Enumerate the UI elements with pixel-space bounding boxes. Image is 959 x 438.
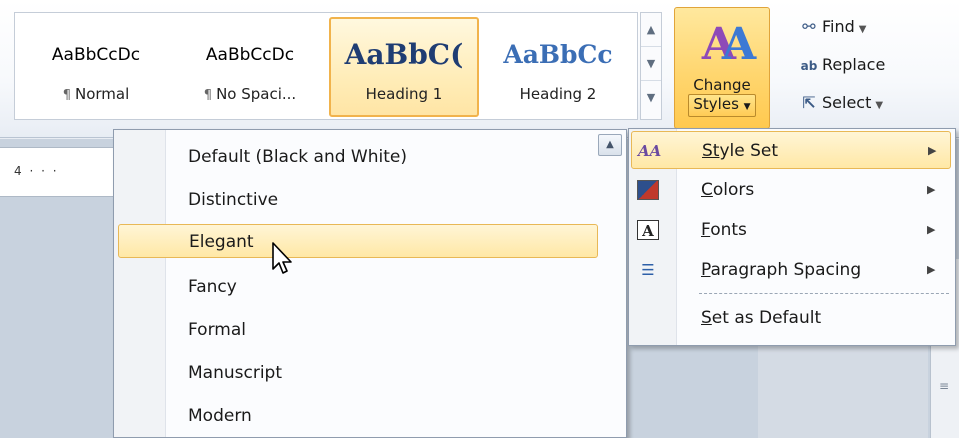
style-set-item-fancy[interactable]: Fancy bbox=[118, 270, 598, 304]
submenu-arrow-icon: ▶ bbox=[927, 183, 936, 196]
style-tile-heading-1[interactable]: AaBbC( Heading 1 bbox=[329, 17, 479, 117]
style-set-item-elegant[interactable]: Elegant bbox=[118, 224, 598, 258]
cursor-select-icon: ⇱ bbox=[802, 93, 816, 112]
quick-styles-gallery: AaBbCcDc ¶ Normal AaBbCcDc ¶ No Spaci... A… bbox=[14, 12, 638, 120]
menu-item-set-as-default[interactable]: Set as Default bbox=[631, 299, 951, 337]
change-styles-button[interactable]: AA Change Styles ▼ bbox=[674, 7, 770, 129]
gallery-scroll-up-button[interactable]: ▲ bbox=[641, 13, 661, 47]
submenu-scrollbar[interactable]: ▲ bbox=[598, 134, 624, 434]
style-tile-heading-2[interactable]: AaBbCc Heading 2 bbox=[483, 17, 633, 117]
style-set-item-formal[interactable]: Formal bbox=[118, 313, 598, 347]
style-set-item-manuscript[interactable]: Manuscript bbox=[118, 356, 598, 390]
submenu-arrow-icon: ▶ bbox=[928, 144, 937, 157]
change-styles-dropdown[interactable]: Styles ▼ bbox=[688, 94, 756, 117]
style-preview: AaBbCcDc bbox=[51, 45, 141, 65]
gallery-more-button[interactable]: ▼ bbox=[641, 81, 661, 115]
menu-item-paragraph-spacing[interactable]: ☰ Paragraph Spacing ▶ bbox=[631, 251, 951, 289]
paragraph-mark-icon: ¶ bbox=[203, 88, 213, 103]
change-styles-menu: AA Style Set ▶ Colors ▶ A Fonts ▶ ☰ Para… bbox=[628, 128, 956, 346]
style-set-item-modern[interactable]: Modern bbox=[118, 399, 598, 433]
editing-group: ⚯ Find ▼ ab Replace ⇱ Select ▼ bbox=[796, 8, 946, 122]
change-styles-icon: AA bbox=[701, 19, 756, 70]
submenu-arrow-icon: ▶ bbox=[927, 223, 936, 236]
select-button[interactable]: ⇱ Select ▼ bbox=[796, 84, 946, 122]
chevron-down-icon: ▼ bbox=[743, 102, 751, 112]
style-tile-normal[interactable]: AaBbCcDc ¶ Normal bbox=[21, 17, 171, 117]
style-label: No Spaci... bbox=[216, 85, 297, 103]
change-styles-label: Change bbox=[693, 76, 751, 94]
menu-item-style-set[interactable]: AA Style Set ▶ bbox=[631, 131, 951, 169]
gallery-scroll-down-button[interactable]: ▼ bbox=[641, 47, 661, 81]
chevron-down-icon: ▼ bbox=[875, 100, 884, 111]
mouse-pointer-icon bbox=[272, 242, 292, 274]
colors-icon bbox=[637, 180, 659, 200]
style-preview: AaBbCc bbox=[503, 40, 613, 69]
style-label: Heading 2 bbox=[519, 85, 597, 103]
find-button[interactable]: ⚯ Find ▼ bbox=[796, 8, 946, 46]
binoculars-icon: ⚯ bbox=[802, 17, 816, 36]
fonts-icon: A bbox=[637, 220, 659, 240]
menu-separator bbox=[699, 293, 949, 294]
scroll-up-button[interactable]: ▲ bbox=[598, 134, 622, 156]
style-set-icon: AA bbox=[638, 142, 662, 160]
style-set-item-default[interactable]: Default (Black and White) bbox=[118, 140, 598, 174]
gallery-scroll: ▲ ▼ ▼ bbox=[640, 12, 662, 120]
style-tile-no-spacing[interactable]: AaBbCcDc ¶ No Spaci... bbox=[175, 17, 325, 117]
style-set-submenu: Default (Black and White) Distinctive El… bbox=[113, 129, 627, 438]
style-label: Heading 1 bbox=[365, 85, 443, 103]
horizontal-ruler: 4 · · · bbox=[0, 147, 130, 197]
paragraph-mark-icon: ¶ bbox=[62, 88, 71, 103]
paragraph-spacing-icon: ☰ bbox=[641, 261, 655, 279]
replace-button[interactable]: ab Replace bbox=[796, 46, 946, 84]
menu-item-fonts[interactable]: A Fonts ▶ bbox=[631, 211, 951, 249]
replace-icon: ab bbox=[800, 59, 818, 73]
submenu-arrow-icon: ▶ bbox=[927, 263, 936, 276]
style-label: Normal bbox=[75, 85, 130, 103]
style-preview: AaBbC( bbox=[344, 38, 464, 71]
style-preview: AaBbCcDc bbox=[205, 45, 295, 65]
scroll-grip-icon: ≡ bbox=[939, 379, 950, 393]
chevron-down-icon: ▼ bbox=[858, 24, 867, 35]
menu-item-colors[interactable]: Colors ▶ bbox=[631, 171, 951, 209]
style-set-item-distinctive[interactable]: Distinctive bbox=[118, 183, 598, 217]
ribbon: AaBbCcDc ¶ Normal AaBbCcDc ¶ No Spaci... A… bbox=[0, 0, 959, 138]
